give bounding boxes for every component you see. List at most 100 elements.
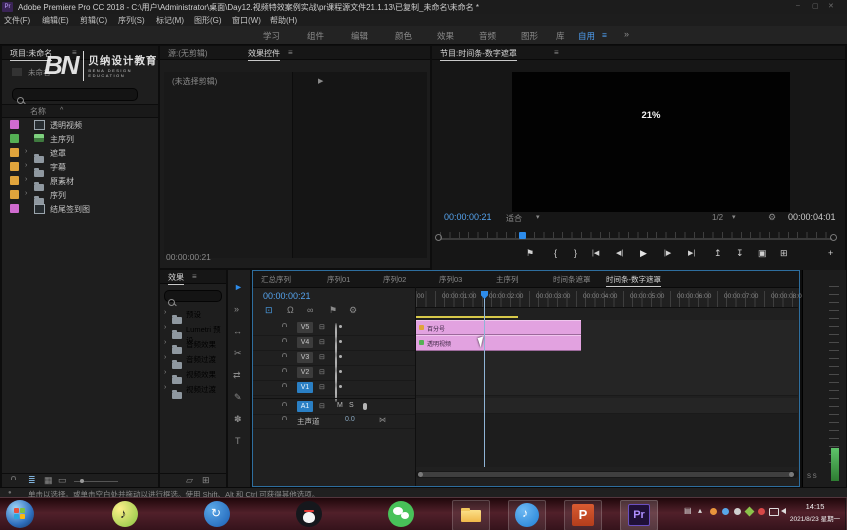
pen-tool-icon[interactable]: ✎	[234, 392, 242, 403]
go-to-in-button[interactable]: |◀	[592, 249, 599, 257]
source-monitor-tab[interactable]: 源:(无剪辑)	[168, 48, 208, 59]
effects-folder-label[interactable]: 预设	[186, 309, 201, 320]
resolution-dropdown[interactable]: 1/2	[712, 213, 723, 222]
extract-button[interactable]: ↧	[736, 248, 744, 259]
workspace-tab-graphics[interactable]: 图形	[521, 30, 538, 42]
wechat-icon[interactable]	[388, 501, 414, 527]
qq-icon[interactable]	[296, 501, 322, 527]
tray-app-orange[interactable]	[710, 508, 717, 515]
label-color-chip[interactable]	[10, 148, 19, 157]
taskbar-clock[interactable]: 14:15 2021/8/23 星期一	[786, 502, 844, 523]
program-scrub-bar[interactable]	[440, 232, 832, 240]
menu-item-window[interactable]: 窗口(W)	[232, 15, 261, 26]
master-level-value[interactable]: 0.0	[345, 416, 355, 423]
program-monitor-tab[interactable]: 节目:时间条-数字遮罩	[440, 48, 517, 61]
project-item-row[interactable]: › 遮罩	[2, 146, 158, 160]
track-target-button[interactable]: A1	[297, 401, 313, 412]
track-target-button[interactable]: V2	[297, 367, 313, 378]
label-color-chip[interactable]	[10, 134, 19, 143]
expand-arrow-icon[interactable]: ▶	[318, 77, 323, 85]
track-content-a1[interactable]	[416, 398, 798, 414]
hscroll-left-handle[interactable]	[418, 472, 423, 477]
sequence-tab[interactable]: 时间条遮罩	[553, 274, 591, 285]
timeline-ruler[interactable]: 00 00:00:01:00 00:00:02:00 00:00:03:00 0…	[416, 291, 798, 308]
effects-tab[interactable]: 效果	[168, 272, 184, 285]
project-item-row[interactable]: › 原素材	[2, 174, 158, 188]
project-search-input[interactable]	[12, 88, 138, 101]
program-playhead-handle[interactable]	[519, 232, 526, 239]
workspace-tab-custom[interactable]: 自用	[578, 30, 595, 42]
slip-tool-icon[interactable]: ⇄	[233, 370, 241, 381]
expander-icon[interactable]: ›	[164, 339, 166, 346]
workspace-tab-audio[interactable]: 音频	[479, 30, 496, 42]
powerpoint-icon[interactable]: P	[572, 504, 594, 526]
start-button[interactable]	[6, 500, 34, 528]
nest-toggle-icon[interactable]: ⊡	[265, 305, 273, 316]
timeline-menu-icon[interactable]: ≡	[655, 274, 659, 283]
resolution-dropdown-icon[interactable]: ▾	[732, 213, 736, 221]
zoom-level-dropdown[interactable]: 适合	[506, 213, 522, 224]
hand-tool-icon[interactable]: ✽	[234, 414, 242, 425]
workspace-menu-icon[interactable]: ≡	[602, 30, 607, 40]
razor-tool-icon[interactable]: ✂	[234, 348, 242, 359]
project-item-label[interactable]: 结尾签到图	[50, 204, 90, 215]
effect-controls-menu-icon[interactable]: ≡	[288, 48, 293, 57]
project-item-row[interactable]: › 字幕	[2, 160, 158, 174]
track-content-v2[interactable]	[416, 365, 798, 381]
project-panel-tab[interactable]: 项目:未命名	[10, 48, 52, 61]
step-forward-button[interactable]: |▶	[664, 249, 671, 257]
effects-folder-row[interactable]: › Lumetri 预设	[160, 321, 226, 336]
zoom-slider-handle[interactable]	[80, 479, 84, 483]
label-color-chip[interactable]	[10, 204, 19, 213]
sync-lock-icon[interactable]: ⊟	[319, 368, 325, 376]
effect-controls-timecode[interactable]: 00:00:00:21	[166, 252, 211, 262]
track-select-tool-icon[interactable]: »	[234, 304, 239, 314]
timeline-clip[interactable]: 百分号	[416, 320, 581, 335]
expander-icon[interactable]: ›	[25, 176, 27, 183]
project-item-label[interactable]: 遮罩	[50, 148, 66, 159]
timeline-timecode[interactable]: 00:00:00:21	[263, 291, 311, 301]
minimize-button[interactable]: –	[796, 2, 800, 9]
effects-folder-row[interactable]: › 预设	[160, 306, 226, 321]
close-button[interactable]: ✕	[828, 2, 834, 10]
label-color-chip[interactable]	[10, 190, 19, 199]
premiere-icon[interactable]: Pr	[628, 504, 650, 526]
snap-toggle-icon[interactable]: Ω	[287, 305, 294, 315]
project-item-label[interactable]: 透明视频	[50, 120, 82, 131]
sequence-tab[interactable]: 汇总序列	[261, 274, 291, 285]
project-item-label[interactable]: 主序列	[50, 134, 74, 145]
mute-button[interactable]: M	[337, 402, 343, 409]
effects-menu-icon[interactable]: ≡	[192, 272, 197, 281]
menu-item-file[interactable]: 文件(F)	[4, 15, 30, 26]
sequence-tab[interactable]: 序列02	[383, 274, 406, 285]
lift-button[interactable]: ↥	[714, 248, 722, 259]
tray-expand-icon[interactable]: ▴	[698, 506, 702, 515]
film-view-icon[interactable]: ▭	[58, 475, 67, 486]
workspace-tab-learning[interactable]: 学习	[263, 30, 280, 42]
zoom-dropdown-icon[interactable]: ▾	[536, 213, 540, 221]
effects-folder-row[interactable]: › 音频过渡	[160, 351, 226, 366]
sync-lock-icon[interactable]: ⊟	[319, 353, 325, 361]
selection-tool-icon[interactable]: ►	[234, 282, 243, 292]
mark-in-button[interactable]: {	[554, 248, 557, 258]
effects-folder-row[interactable]: › 视频效果	[160, 366, 226, 381]
effect-controls-tab[interactable]: 效果控件	[248, 48, 280, 61]
expander-icon[interactable]: ›	[164, 354, 166, 361]
hscroll-thumb[interactable]	[418, 472, 794, 477]
project-item-label[interactable]: 原素材	[50, 176, 74, 187]
mark-out-button[interactable]: }	[574, 248, 577, 258]
effects-folder-label[interactable]: 音频效果	[186, 339, 216, 350]
track-content-v1[interactable]	[416, 380, 798, 396]
tray-app-green[interactable]	[745, 507, 755, 517]
expander-icon[interactable]: ›	[164, 324, 166, 331]
tray-display-icon[interactable]	[769, 508, 779, 516]
sync-lock-icon[interactable]: ⊟	[319, 383, 325, 391]
sequence-tab[interactable]: 序列01	[327, 274, 350, 285]
menu-item-clip[interactable]: 剪辑(C)	[80, 15, 107, 26]
track-target-button[interactable]: V4	[297, 337, 313, 348]
play-button[interactable]: ▶	[640, 248, 647, 259]
expander-icon[interactable]: ›	[25, 190, 27, 197]
master-meter-icon[interactable]: ⋈	[379, 416, 386, 424]
sync-lock-icon[interactable]: ⊟	[319, 323, 325, 331]
powerpoint-taskbar-button[interactable]: P	[564, 500, 602, 530]
